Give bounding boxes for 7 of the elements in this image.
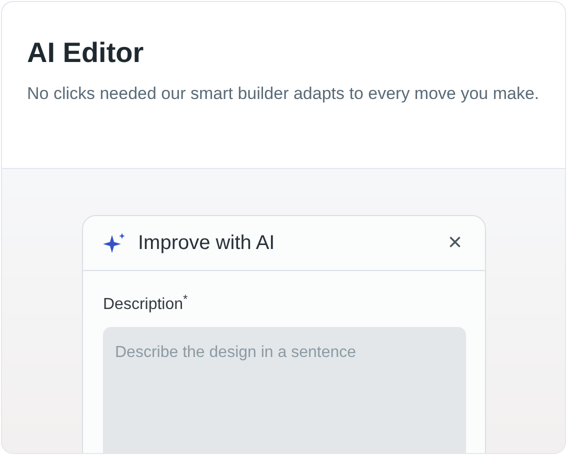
field-label: Description$^{*}$ bbox=[103, 293, 189, 315]
sparkle-icon bbox=[103, 232, 127, 254]
card-title: AI Editor bbox=[27, 36, 145, 70]
description-field[interactable]: Describe the design in a sentence bbox=[103, 327, 466, 453]
card-description: No clicks needed our smart builder adapts to every move you make. bbox=[27, 83, 540, 105]
dialog-title: Improve with AI bbox=[138, 231, 275, 256]
close-button[interactable]: × bbox=[448, 231, 462, 255]
